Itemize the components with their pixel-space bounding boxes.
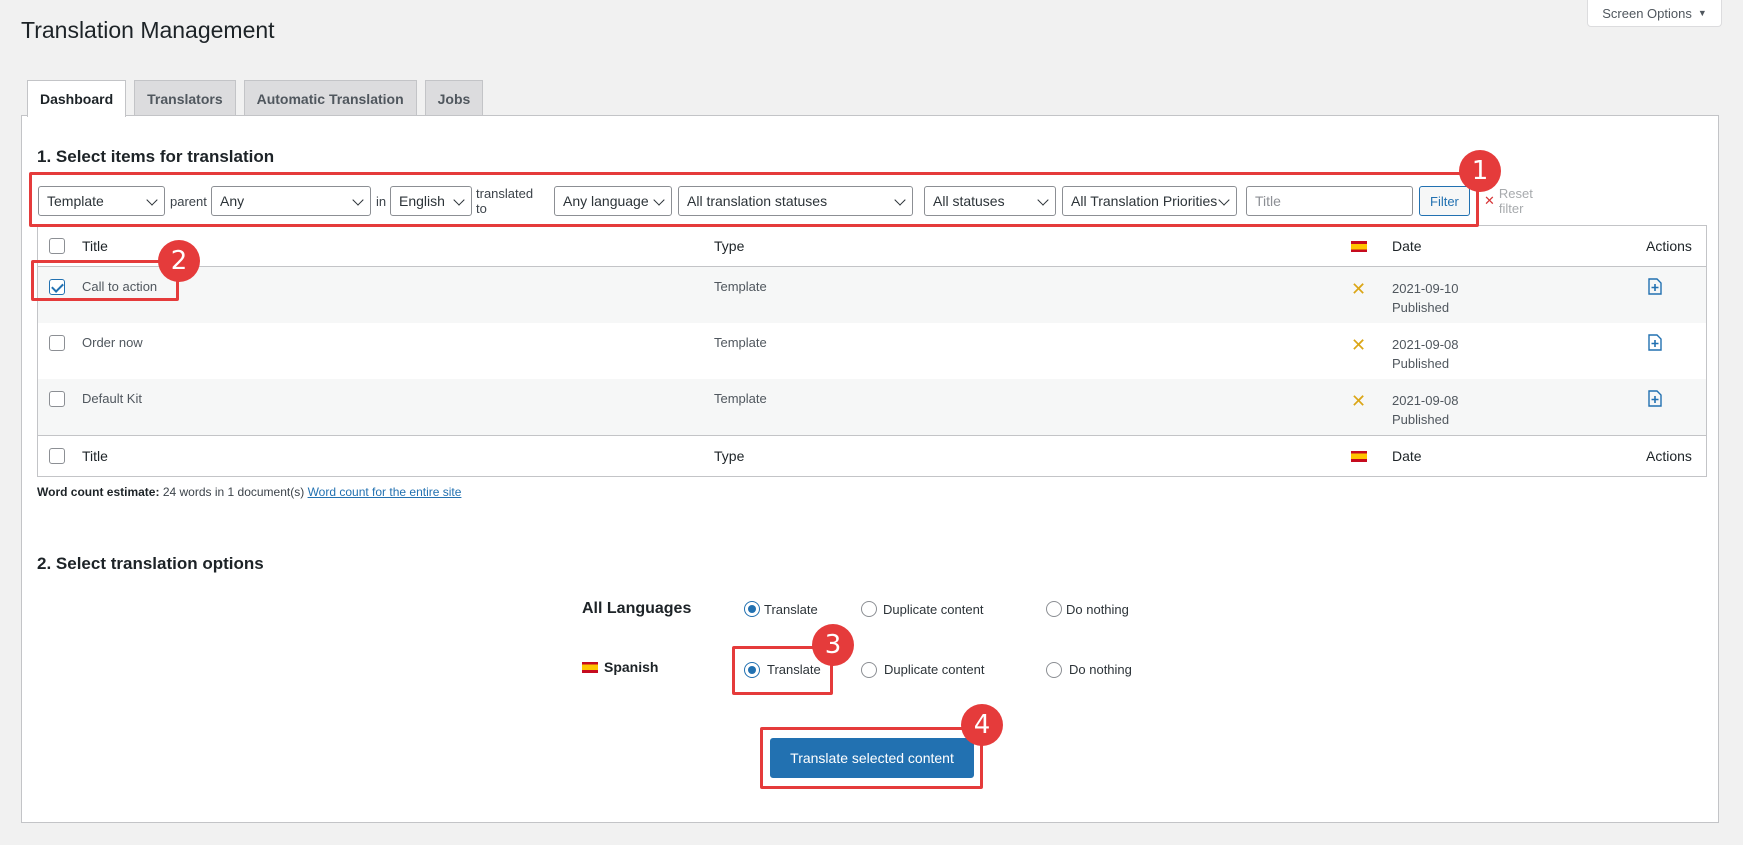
annotation-badge-4: 4: [961, 704, 1003, 746]
word-count-estimate: Word count estimate: 24 words in 1 docum…: [37, 485, 461, 499]
table-row: Default Kit Template ✕ 2021-09-08 Publis…: [38, 379, 1706, 435]
tab-automatic-translation[interactable]: Automatic Translation: [243, 80, 417, 116]
all-duplicate-label: Duplicate content: [883, 602, 984, 617]
tab-bar: Dashboard Translators Automatic Translat…: [27, 80, 484, 117]
word-count-site-link[interactable]: Word count for the entire site: [308, 485, 462, 499]
date-column-footer[interactable]: Date: [1392, 448, 1422, 464]
tab-jobs[interactable]: Jobs: [424, 80, 484, 116]
items-table: Title Type Date Actions Call to action T…: [37, 225, 1707, 477]
annotation-badge-3: 3: [812, 624, 854, 666]
translate-document-icon[interactable]: [1647, 278, 1663, 295]
row-date: 2021-09-10 Published: [1392, 279, 1459, 317]
caret-down-icon: ▼: [1697, 8, 1707, 18]
word-count-value: 24 words in 1 document(s): [162, 485, 305, 499]
annotation-highlight-checkbox: [31, 260, 179, 301]
table-row: Order now Template ✕ 2021-09-08 Publishe…: [38, 323, 1706, 379]
row-checkbox[interactable]: [49, 391, 65, 407]
spanish-nothing-radio[interactable]: [1046, 662, 1062, 678]
all-nothing-radio[interactable]: [1046, 601, 1062, 617]
annotation-badge-1: 1: [1459, 150, 1501, 192]
type-column-header: Type: [714, 238, 745, 254]
row-status: Published: [1392, 300, 1450, 315]
select-all-checkbox[interactable]: [49, 448, 65, 464]
section-translation-options-title: 2. Select translation options: [37, 554, 264, 573]
select-all-checkbox[interactable]: [49, 238, 65, 254]
title-column-header[interactable]: Title: [82, 238, 108, 254]
row-date: 2021-09-08 Published: [1392, 335, 1459, 373]
annotation-badge-2: 2: [158, 240, 200, 282]
spanish-flag-icon: [1351, 451, 1367, 462]
spanish-flag-icon: [582, 661, 598, 673]
annotation-highlight-submit: [760, 727, 983, 789]
all-languages-label: All Languages: [582, 600, 692, 617]
translate-document-icon[interactable]: [1647, 390, 1663, 407]
row-title: Order now: [82, 335, 143, 350]
spanish-duplicate-radio[interactable]: [861, 662, 877, 678]
table-header-row: Title Type Date Actions: [38, 226, 1706, 267]
row-type: Template: [714, 279, 767, 294]
annotation-highlight-filters: [29, 172, 1479, 227]
title-column-footer[interactable]: Title: [82, 448, 108, 464]
translate-document-icon[interactable]: [1647, 334, 1663, 351]
reset-filter-label: Reset filter: [1498, 186, 1533, 216]
actions-column-footer: Actions: [1646, 448, 1692, 464]
not-translated-icon[interactable]: ✕: [1351, 392, 1366, 410]
spanish-flag-icon: [1351, 241, 1367, 252]
not-translated-icon[interactable]: ✕: [1351, 280, 1366, 298]
page-title: Translation Management: [21, 17, 275, 43]
date-column-header[interactable]: Date: [1392, 238, 1422, 254]
all-translate-radio[interactable]: [744, 601, 760, 617]
screen-options-label: Screen Options: [1602, 5, 1692, 21]
row-date-value: 2021-09-10: [1392, 281, 1459, 296]
row-date-value: 2021-09-08: [1392, 337, 1459, 352]
screen-options-button[interactable]: Screen Options ▼: [1587, 0, 1722, 27]
row-type: Template: [714, 335, 767, 350]
all-nothing-label: Do nothing: [1066, 602, 1129, 617]
table-footer-row: Title Type Date Actions: [38, 435, 1706, 476]
tab-translators[interactable]: Translators: [134, 80, 236, 116]
row-title: Default Kit: [82, 391, 142, 406]
word-count-label: Word count estimate:: [37, 485, 160, 499]
close-icon: ✕: [1484, 193, 1495, 208]
section-select-items-title: 1. Select items for translation: [37, 147, 275, 166]
not-translated-icon[interactable]: ✕: [1351, 336, 1366, 354]
type-column-footer: Type: [714, 448, 745, 464]
tab-dashboard[interactable]: Dashboard: [27, 80, 127, 117]
spanish-duplicate-label: Duplicate content: [884, 662, 985, 677]
actions-column-header: Actions: [1646, 238, 1692, 254]
row-status: Published: [1392, 356, 1450, 371]
all-duplicate-radio[interactable]: [861, 601, 877, 617]
spanish-language-label: Spanish: [582, 659, 658, 675]
row-checkbox[interactable]: [49, 335, 65, 351]
row-status: Published: [1392, 412, 1450, 427]
spanish-label: Spanish: [604, 659, 659, 675]
row-type: Template: [714, 391, 767, 406]
reset-filter-link[interactable]: ✕ Reset filter: [1484, 186, 1533, 216]
spanish-nothing-label: Do nothing: [1069, 662, 1132, 677]
row-date: 2021-09-08 Published: [1392, 391, 1459, 429]
all-translate-label: Translate: [764, 602, 818, 617]
table-row: Call to action Template ✕ 2021-09-10 Pub…: [38, 267, 1706, 323]
row-date-value: 2021-09-08: [1392, 393, 1459, 408]
